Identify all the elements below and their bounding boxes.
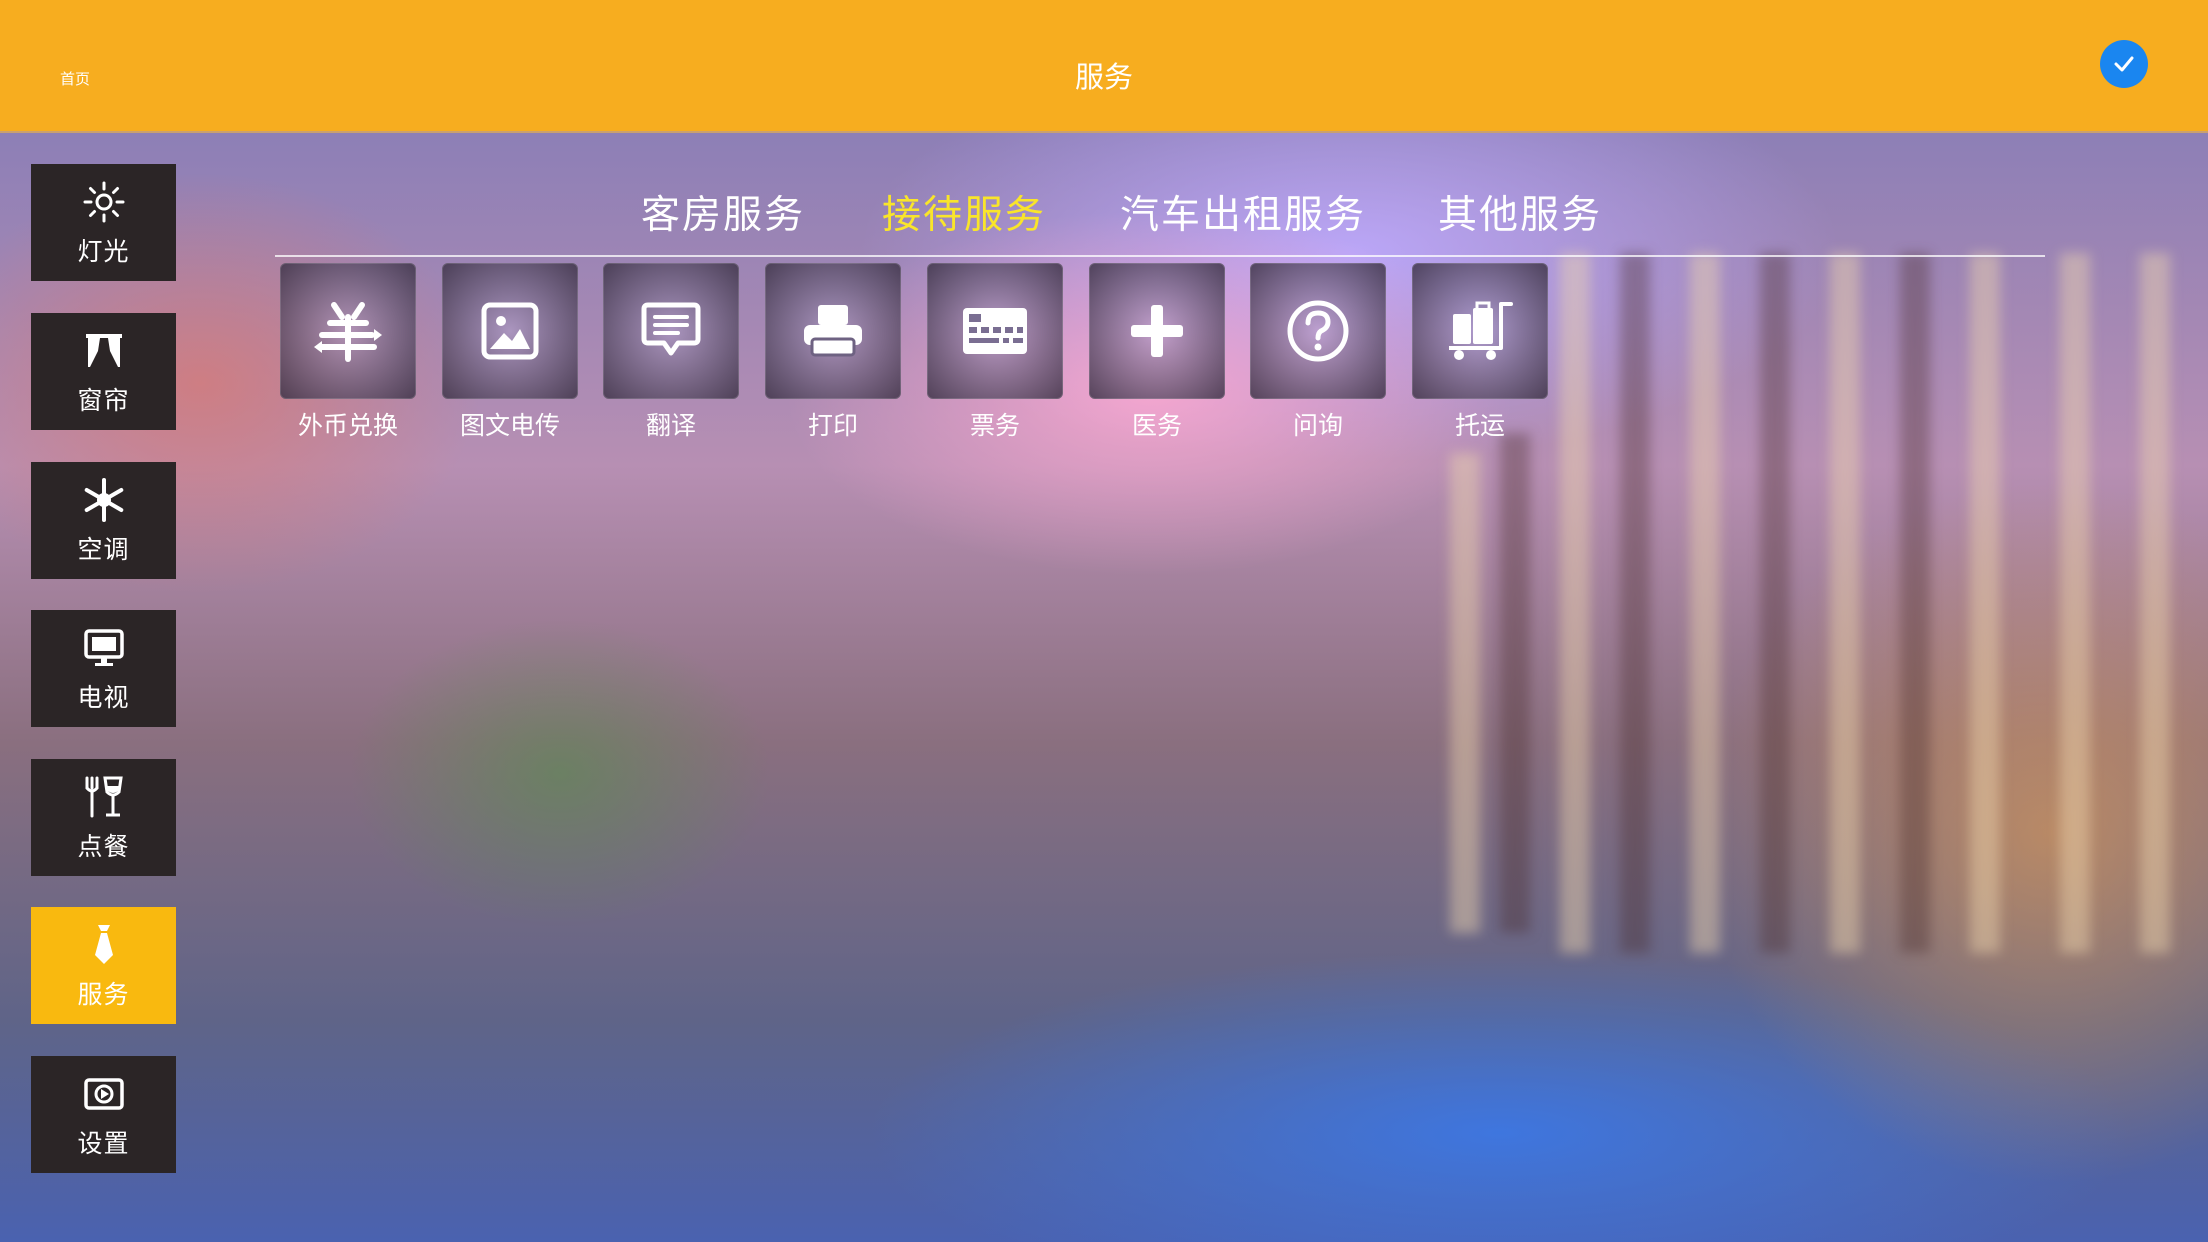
sidebar-item-label: 灯光 <box>77 236 130 266</box>
sidebar-item-label: 窗帘 <box>77 385 130 415</box>
service-inquiry-button[interactable] <box>1250 263 1386 399</box>
sidebar-item-services[interactable]: 服务 <box>31 907 176 1024</box>
ticket-icon <box>963 308 1027 354</box>
luggage-cart-icon <box>1449 301 1513 360</box>
sidebar-item-label: 服务 <box>77 979 130 1009</box>
checkmark-icon <box>2114 56 2134 72</box>
service-ticketing-button[interactable] <box>927 263 1063 399</box>
monitor-icon <box>80 624 128 672</box>
service-label: 问询 <box>1292 411 1343 440</box>
sidebar-item-tv[interactable]: 电视 <box>31 610 176 727</box>
sun-icon <box>80 178 128 226</box>
sidebar-item-lights[interactable]: 灯光 <box>31 164 176 281</box>
service-label: 图文电传 <box>459 411 560 440</box>
service-label: 医务 <box>1131 411 1182 440</box>
top-header: 首页 服务 <box>0 0 2208 133</box>
service-label: 托运 <box>1454 411 1505 440</box>
tab-divider <box>275 255 2045 257</box>
service-label: 打印 <box>807 411 858 440</box>
printer-icon <box>804 305 862 357</box>
tab-reception-service[interactable]: 接待服务 <box>882 184 1046 240</box>
service-label: 翻译 <box>645 411 696 440</box>
snowflake-icon <box>80 476 128 524</box>
tie-icon <box>80 921 128 969</box>
question-icon <box>1287 300 1349 362</box>
speech-bubble-icon <box>641 302 701 356</box>
sidebar-item-label: 电视 <box>77 682 130 712</box>
tab-room-service[interactable]: 客房服务 <box>641 184 805 240</box>
sidebar-item-label: 空调 <box>77 534 130 564</box>
curtain-icon <box>80 327 128 375</box>
confirm-button[interactable] <box>2100 40 2148 88</box>
service-label: 票务 <box>969 411 1020 440</box>
page-title: 服务 <box>1074 60 1133 94</box>
settings-screen-icon <box>80 1070 128 1118</box>
service-label: 外币兑换 <box>297 411 398 440</box>
sidebar-item-settings[interactable]: 设置 <box>31 1056 176 1173</box>
sidebar-item-aircon[interactable]: 空调 <box>31 462 176 579</box>
sidebar-item-label: 设置 <box>77 1128 130 1158</box>
sidebar-item-order-food[interactable]: 点餐 <box>31 759 176 876</box>
sidebar-item-curtains[interactable]: 窗帘 <box>31 313 176 430</box>
service-printing-button[interactable] <box>765 263 901 399</box>
tab-car-rental-service[interactable]: 汽车出租服务 <box>1120 184 1366 240</box>
service-translation-button[interactable] <box>603 263 739 399</box>
service-luggage-button[interactable] <box>1412 263 1548 399</box>
medical-cross-icon <box>1131 305 1183 357</box>
currency-exchange-icon <box>314 302 382 362</box>
tab-other-services[interactable]: 其他服务 <box>1438 184 1602 240</box>
service-image-fax-button[interactable] <box>442 263 578 399</box>
service-currency-exchange-button[interactable] <box>280 263 416 399</box>
sidebar-item-label: 点餐 <box>77 831 130 861</box>
service-medical-button[interactable] <box>1089 263 1225 399</box>
fork-glass-icon <box>80 773 128 821</box>
image-icon <box>481 302 539 360</box>
